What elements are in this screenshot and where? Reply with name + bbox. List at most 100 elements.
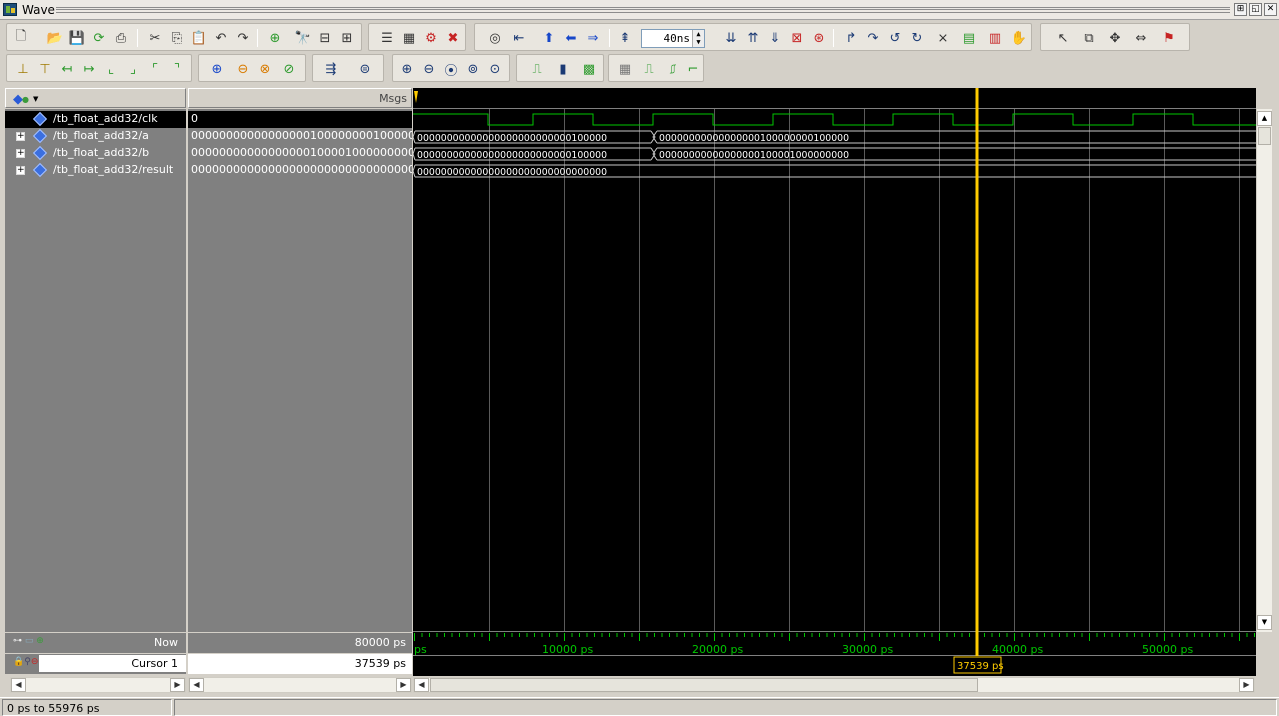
save-icon[interactable]: 💾 (67, 28, 87, 48)
copy-icon[interactable]: ⎘ (167, 28, 187, 48)
now-cursor-icons[interactable]: ⊶ ▭ ⊕ (13, 636, 44, 646)
prev-transition-icon[interactable]: ↤ (57, 59, 77, 79)
hand-icon[interactable]: ✋ (1009, 28, 1029, 48)
next-transition-icon[interactable]: ↦ (79, 59, 99, 79)
zoom-in-icon[interactable]: ⊕ (397, 59, 417, 79)
run-continue-icon[interactable]: ⨯ (933, 28, 953, 48)
signal-name-pane[interactable]: /tb_float_add32/clk + /tb_float_add32/a … (5, 109, 186, 632)
open-folder-icon[interactable]: 📂 (45, 28, 65, 48)
zoom-full-icon[interactable]: ⦿ (441, 59, 461, 79)
edge-rise-icon[interactable]: ⊥ (13, 59, 33, 79)
break-icon[interactable]: ⊠ (787, 28, 807, 48)
expand-icon[interactable]: ⇶ (321, 59, 341, 79)
waveform-pane[interactable]: 00000000000000000000000000100000 0000000… (413, 88, 1256, 676)
msgs-column-header[interactable]: Msgs (188, 88, 412, 108)
format-ramp-icon[interactable]: ⎎ (663, 59, 683, 79)
run-icon[interactable]: ⚙ (421, 28, 441, 48)
signal-value-pane[interactable]: 0 00000000000000000100000000100000 00000… (188, 109, 412, 632)
arrow-left-icon[interactable]: ⬅ (561, 28, 581, 48)
close-button[interactable]: ✕ (1264, 3, 1277, 16)
paste-icon[interactable]: 📋 (189, 28, 209, 48)
dock-button[interactable]: ⊞ (1234, 3, 1247, 16)
scroll-down-icon[interactable]: ▼ (1257, 615, 1272, 630)
step-over-icon[interactable]: ↷ (863, 28, 883, 48)
clear-icon[interactable]: ⊛ (809, 28, 829, 48)
restart-sim-icon[interactable]: ↻ (907, 28, 927, 48)
add-icon[interactable]: ⊕ (265, 28, 285, 48)
cursor-row-icons[interactable]: 🔒⚲⊖ (13, 657, 38, 667)
names-horizontal-scrollbar[interactable]: ◀ ▶ (10, 677, 186, 693)
format-event-icon[interactable]: ▦ (615, 59, 635, 79)
signal-row-a[interactable]: + /tb_float_add32/a (5, 128, 186, 145)
format-logic-icon[interactable]: ▮ (553, 59, 573, 79)
print-icon[interactable]: ⎙ (111, 28, 131, 48)
next-fall-icon[interactable]: ⌝ (167, 59, 187, 79)
edge-fall-icon[interactable]: ⊤ (35, 59, 55, 79)
wave-scroll-thumb[interactable] (430, 678, 978, 692)
zoom-value-icon[interactable]: ⇞ (615, 28, 635, 48)
fit-icon[interactable]: ⇔ (1131, 28, 1151, 48)
redo-icon[interactable]: ↷ (233, 28, 253, 48)
cursor-value[interactable]: 37539 ps (188, 654, 412, 674)
wave-vertical-scrollbar[interactable]: ▲ ▼ (1256, 109, 1272, 632)
title-grip[interactable] (56, 7, 1230, 13)
insert-group-icon[interactable]: ⊞ (337, 28, 357, 48)
run-all-icon[interactable]: ▤ (959, 28, 979, 48)
signal-value-clk[interactable]: 0 (188, 111, 412, 128)
reload-icon[interactable]: ⟳ (89, 28, 109, 48)
scroll-left-icon[interactable]: ◀ (189, 678, 204, 692)
signal-value-b[interactable]: 00000000000000000100001000000000 (188, 145, 412, 162)
scroll-up-icon[interactable]: ▲ (1257, 111, 1272, 126)
format-analog-icon[interactable]: ▩ (579, 59, 599, 79)
arrow-up-icon[interactable]: ⬆ (539, 28, 559, 48)
scroll-left-icon[interactable]: ◀ (11, 678, 26, 692)
wave-horizontal-scrollbar[interactable]: ◀ ▶ (413, 677, 1255, 693)
edge-find-icon[interactable]: ⇓ (765, 28, 785, 48)
pan-icon[interactable]: ✥ (1105, 28, 1125, 48)
contributors-icon[interactable]: ◎ (485, 28, 505, 48)
zoom-out-icon[interactable]: ⊖ (419, 59, 439, 79)
cursor-delete-icon[interactable]: ⊖ (233, 59, 253, 79)
expand-plus-icon[interactable]: + (16, 166, 25, 175)
zoom-region-icon[interactable]: ⧉ (1079, 28, 1099, 48)
scroll-right-icon[interactable]: ▶ (1239, 678, 1254, 692)
signal-value-a[interactable]: 00000000000000000100000000100000 (188, 128, 412, 145)
signal-row-clk[interactable]: /tb_float_add32/clk (5, 111, 186, 128)
insert-divider-icon[interactable]: ⊟ (315, 28, 335, 48)
step-out-icon[interactable]: ↺ (885, 28, 905, 48)
undock-button[interactable]: ◱ (1249, 3, 1262, 16)
signal-name-header[interactable]: ◆ ● ▼ (5, 88, 186, 108)
prev-fall-icon[interactable]: ⌜ (145, 59, 165, 79)
zoom-last-icon[interactable]: ⊙ (485, 59, 505, 79)
expand-plus-icon[interactable]: + (16, 149, 25, 158)
prev-rise-icon[interactable]: ⌞ (101, 59, 121, 79)
arrow-right-icon[interactable]: ⇒ (583, 28, 603, 48)
layout-icon[interactable]: ☰ (377, 28, 397, 48)
format-ramp2-icon[interactable]: ⌐ (683, 59, 703, 79)
expand-plus-icon[interactable]: + (16, 132, 25, 141)
zoom-time-input[interactable]: 40ns ▲ ▼ (641, 29, 705, 48)
wave-compare-icon[interactable]: ⊜ (355, 59, 375, 79)
scroll-right-icon[interactable]: ▶ (396, 678, 411, 692)
waveform-canvas[interactable]: 00000000000000000000000000100000 0000000… (413, 88, 1256, 676)
select-icon[interactable]: ↖ (1053, 28, 1073, 48)
stop-icon[interactable]: ✖ (443, 28, 463, 48)
scroll-right-icon[interactable]: ▶ (170, 678, 185, 692)
chevron-down-icon[interactable]: ▼ (33, 95, 38, 103)
zoom-cursor-icon[interactable]: ⊚ (463, 59, 483, 79)
format-step-icon[interactable]: ⎍ (639, 59, 659, 79)
grid-icon[interactable]: ▦ (399, 28, 419, 48)
cursor-row[interactable]: 🔒⚲⊖ Cursor 1 (5, 654, 186, 674)
signal-row-b[interactable]: + /tb_float_add32/b (5, 145, 186, 162)
edge-prev-icon[interactable]: ⇊ (721, 28, 741, 48)
cursor-name[interactable]: Cursor 1 (39, 655, 186, 672)
cut-icon[interactable]: ✂ (145, 28, 165, 48)
signal-row-result[interactable]: + /tb_float_add32/result (5, 162, 186, 179)
new-file-icon[interactable]: 🗋 (11, 28, 31, 48)
values-horizontal-scrollbar[interactable]: ◀ ▶ (188, 677, 412, 693)
vertical-scroll-thumb[interactable] (1258, 127, 1271, 145)
signal-value-result[interactable]: 00000000000000000000000000000000 (188, 162, 412, 179)
scroll-left-icon[interactable]: ◀ (414, 678, 429, 692)
format-literal-icon[interactable]: ⎍ (527, 59, 547, 79)
cursor-lock-icon[interactable]: ⊗ (255, 59, 275, 79)
